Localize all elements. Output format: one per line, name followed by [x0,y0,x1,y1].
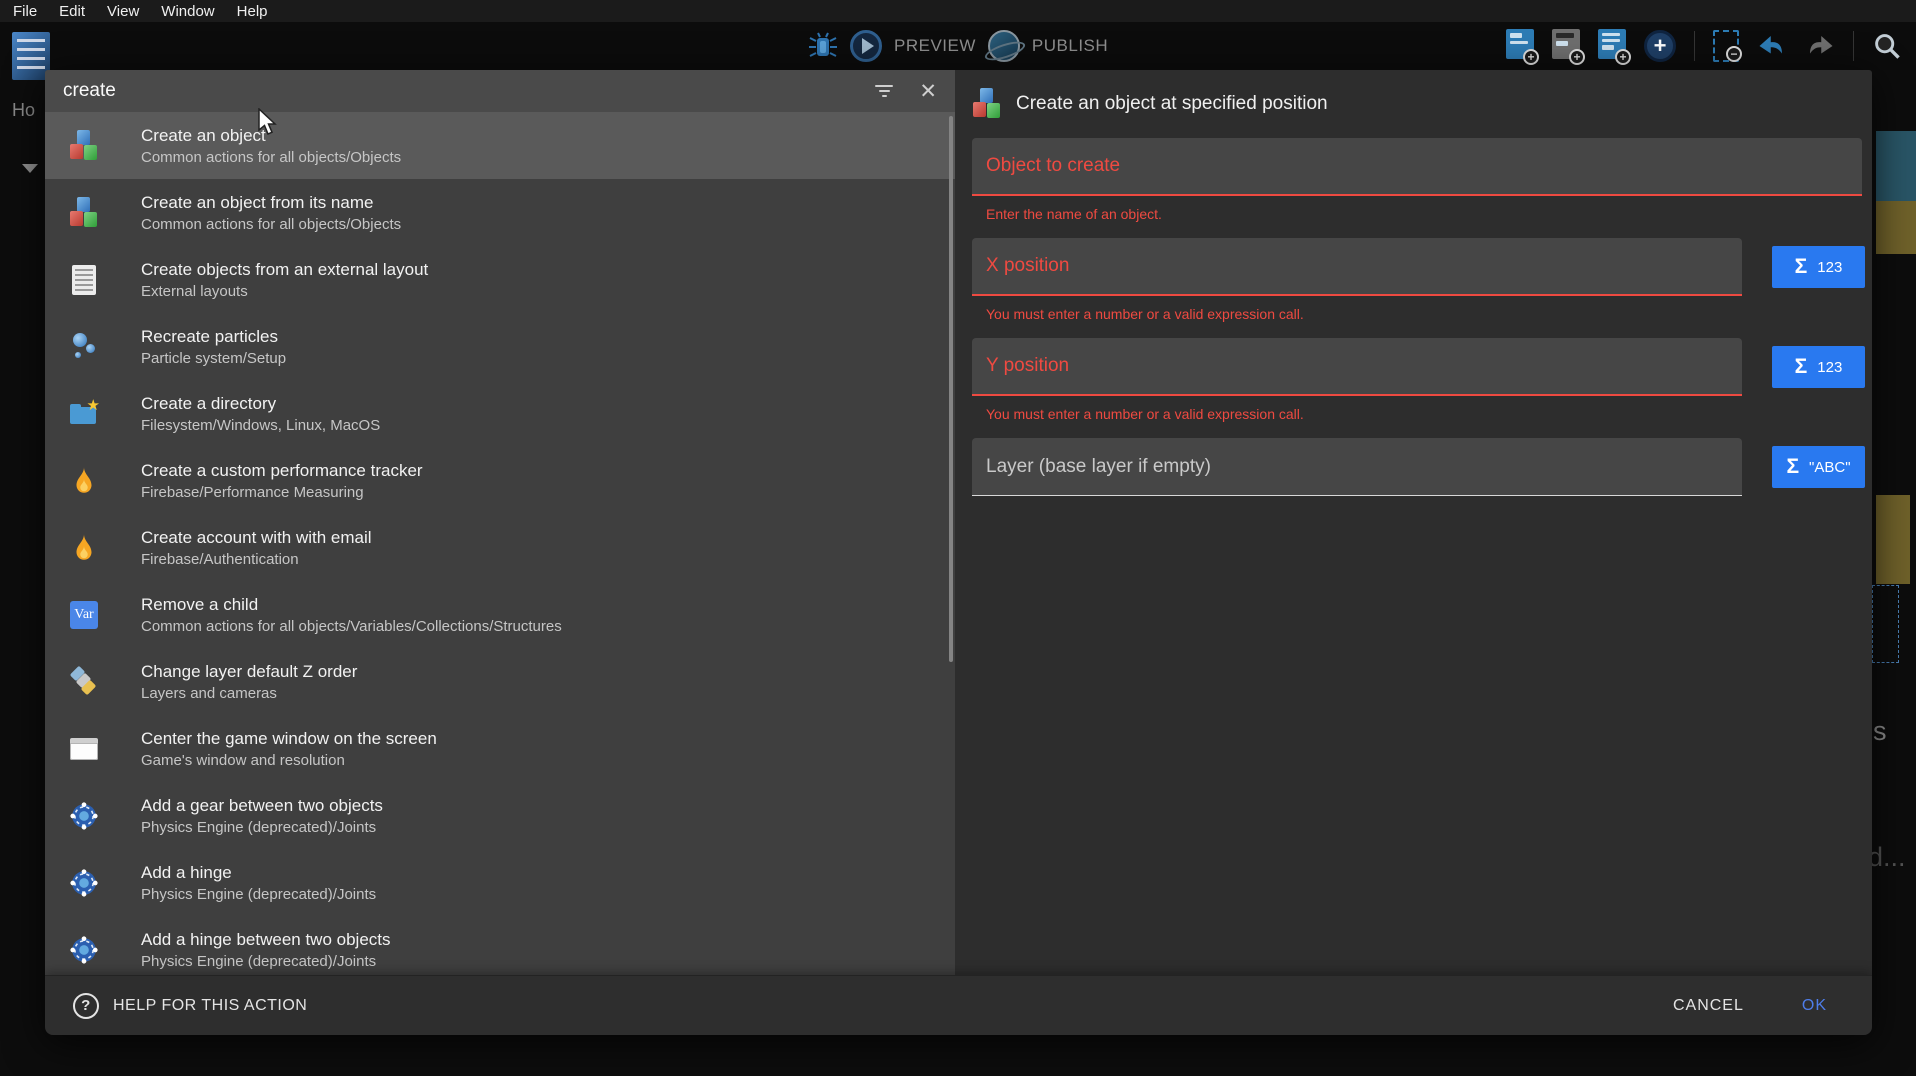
x-position-label: X position [986,255,1069,277]
sigma-icon: Σ [1786,455,1799,479]
physics-icon [67,866,101,900]
undo-icon[interactable] [1757,33,1787,59]
list-item[interactable]: Add a hingePhysics Engine (deprecated)/J… [45,849,955,916]
scene-object-teal [1876,131,1916,201]
menu-bar: File Edit View Window Help [0,0,1916,22]
particles-icon [67,330,101,364]
redo-icon[interactable] [1805,33,1835,59]
home-tab-partial: Ho [12,100,35,121]
x-expression-button[interactable]: Σ 123 [1772,246,1865,288]
objects-icon [67,196,101,230]
layer-field[interactable]: Layer (base layer if empty) [972,438,1742,496]
action-list-panel: ✕ Create an objectCommon actions for all… [45,70,955,975]
y-position-field[interactable]: Y position [972,338,1742,396]
search-input[interactable] [63,80,875,102]
physics-icon [67,799,101,833]
add-subevent-icon[interactable]: + [1598,29,1626,63]
chevron-down-icon [22,164,38,173]
list-item[interactable]: Recreate particlesParticle system/Setup [45,313,955,380]
preview-play-icon[interactable] [850,30,882,62]
scene-object-olive [1876,495,1910,584]
list-item[interactable]: ★ Create a directoryFilesystem/Windows, … [45,380,955,447]
zorder-icon [67,665,101,699]
objects-icon [972,88,1002,120]
variable-icon: Var [67,598,101,632]
y-expression-button[interactable]: Σ 123 [1772,346,1865,388]
add-event-icon[interactable]: + [1506,29,1534,63]
list-item[interactable]: Var Remove a childCommon actions for all… [45,581,955,648]
search-bar: ✕ [45,70,955,112]
object-helper-text: Enter the name of an object. [986,206,1872,222]
ok-button[interactable]: OK [1802,997,1827,1015]
x-position-field[interactable]: X position [972,238,1742,296]
y-error-text: You must enter a number or a valid expre… [986,406,1872,422]
menu-file[interactable]: File [2,3,48,20]
scene-selection-outline [1872,585,1899,663]
add-comment-icon[interactable]: + [1552,29,1580,63]
window-icon [67,732,101,766]
toolbar: PREVIEW PUBLISH + + + + − [0,22,1916,70]
toolbar-center: PREVIEW PUBLISH [808,22,1108,70]
debug-icon[interactable] [808,31,838,61]
menu-help[interactable]: Help [226,3,279,20]
layer-label: Layer (base layer if empty) [986,456,1211,478]
toolbar-right: + + + + − [1506,22,1902,70]
menu-view[interactable]: View [96,3,150,20]
background-partial-text: s [1873,716,1887,747]
firebase-icon [67,464,101,498]
filter-icon[interactable] [875,85,893,97]
menu-edit[interactable]: Edit [48,3,96,20]
toolbar-separator [1853,31,1854,61]
help-label: HELP FOR THIS ACTION [113,997,307,1015]
sigma-icon: Σ [1795,355,1808,379]
menu-window[interactable]: Window [150,3,225,20]
mouse-cursor [257,108,279,138]
list-item[interactable]: Change layer default Z orderLayers and c… [45,648,955,715]
list-item[interactable]: Add a gear between two objectsPhysics En… [45,782,955,849]
dismiss-selection-icon[interactable]: − [1713,30,1739,62]
scene-object-olive [1876,201,1916,254]
add-other-event-icon[interactable]: + [1644,30,1676,62]
panel-title: Create an object at specified position [1016,93,1328,115]
action-details-panel: Create an object at specified position O… [955,70,1872,975]
help-button[interactable]: ? HELP FOR THIS ACTION [73,993,307,1019]
sigma-icon: Σ [1795,255,1808,279]
close-icon[interactable]: ✕ [919,81,937,102]
choose-action-dialog: ✕ Create an objectCommon actions for all… [45,70,1872,1035]
background-partial-text: d... [1868,842,1906,873]
toolbar-separator [1694,31,1695,61]
layer-expression-button[interactable]: Σ "ABC" [1772,446,1865,488]
folder-icon: ★ [67,397,101,431]
list-item[interactable]: Add a hinge between two objectsPhysics E… [45,916,955,975]
physics-icon [67,933,101,967]
list-item[interactable]: Create a custom performance trackerFireb… [45,447,955,514]
preview-label[interactable]: PREVIEW [894,36,976,56]
action-list: Create an objectCommon actions for all o… [45,112,955,975]
object-to-create-label: Object to create [986,155,1120,177]
help-icon: ? [73,993,99,1019]
list-scrollbar[interactable] [949,116,953,662]
objects-icon [67,129,101,163]
list-item[interactable]: Create an objectCommon actions for all o… [45,112,955,179]
panel-header: Create an object at specified position [972,86,1872,122]
dialog-footer: ? HELP FOR THIS ACTION CANCEL OK [45,975,1872,1035]
firebase-icon [67,531,101,565]
publish-label[interactable]: PUBLISH [1032,36,1108,56]
list-item[interactable]: Create account with with emailFirebase/A… [45,514,955,581]
y-position-label: Y position [986,355,1069,377]
list-item[interactable]: Create an object from its nameCommon act… [45,179,955,246]
x-error-text: You must enter a number or a valid expre… [986,306,1872,322]
search-toolbar-icon[interactable] [1872,31,1902,61]
list-item[interactable]: Center the game window on the screenGame… [45,715,955,782]
object-to-create-field[interactable]: Object to create [972,138,1862,196]
list-item[interactable]: Create objects from an external layoutEx… [45,246,955,313]
external-layout-icon [67,263,101,297]
publish-globe-icon[interactable] [988,30,1020,62]
cancel-button[interactable]: CANCEL [1673,997,1744,1015]
